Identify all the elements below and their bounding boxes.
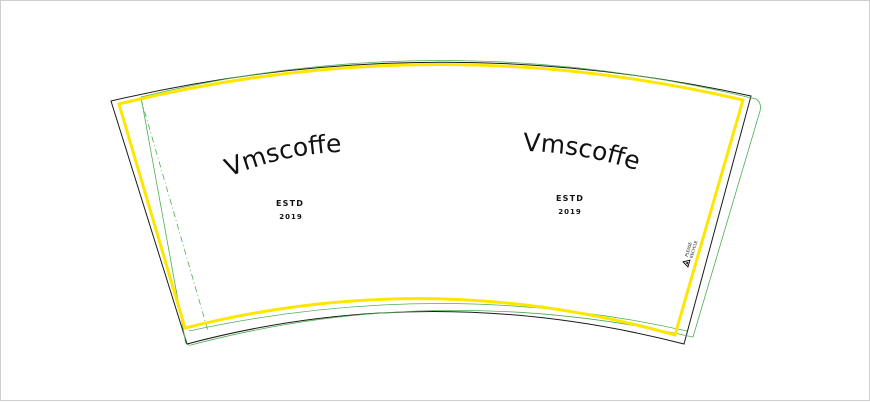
estd-label-left: ESTD [276, 199, 304, 208]
year-label-left: 2019 [279, 213, 302, 221]
bleed-line [140, 60, 761, 346]
safe-area [117, 63, 745, 337]
year-label-right: 2019 [558, 208, 581, 216]
estd-label-right: ESTD [556, 194, 584, 203]
cut-line [110, 61, 752, 345]
dieline-canvas: Vmscoffee Vmscoffee ESTD 2019 ESTD 2019 … [0, 0, 870, 401]
recycle-icon [682, 259, 691, 268]
cup-dieline-svg: Vmscoffee Vmscoffee ESTD 2019 ESTD 2019 … [1, 1, 761, 346]
